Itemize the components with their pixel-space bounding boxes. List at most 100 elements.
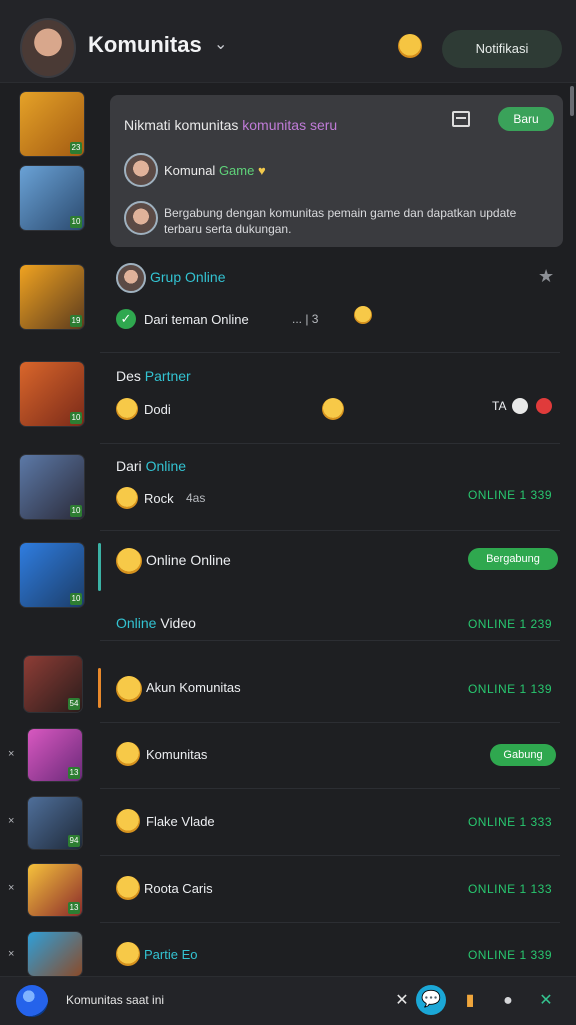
- emoji-icon: [116, 876, 140, 900]
- bottom-label: Komunitas saat ini: [66, 993, 165, 1007]
- scrollbar-thumb[interactable]: [570, 86, 574, 116]
- card-name: Komunal: [164, 163, 216, 178]
- notifications-button[interactable]: Notifikasi: [442, 30, 562, 68]
- card-title: Nikmati komunitas komunitas seru: [124, 117, 337, 133]
- game-icon[interactable]: 10: [20, 362, 84, 426]
- list-item-title[interactable]: Akun Komunitas: [146, 680, 241, 695]
- chat-icon[interactable]: 💬: [416, 985, 446, 1015]
- list-item-title[interactable]: Partie Eo: [144, 947, 197, 962]
- icon-badge: 19: [70, 315, 82, 327]
- list-item-message: Rock: [144, 491, 174, 506]
- emoji-icon: [116, 548, 142, 574]
- avatar: [124, 201, 158, 235]
- list-item-extra: TA: [492, 399, 507, 413]
- star-icon[interactable]: ★: [538, 266, 554, 287]
- divider: [100, 640, 560, 641]
- emoji-icon: [116, 809, 140, 833]
- emoji-icon: [116, 742, 140, 766]
- divider: [100, 722, 560, 723]
- list-item-title[interactable]: Roota Caris: [144, 881, 213, 896]
- game-icon[interactable]: 54: [24, 656, 82, 712]
- list-item-extra: 4as: [186, 491, 206, 505]
- emoji-icon: [116, 487, 138, 509]
- game-icon[interactable]: 10: [20, 455, 84, 519]
- list-item-title[interactable]: Des Partner: [116, 368, 191, 384]
- close-icon[interactable]: ×: [8, 948, 14, 960]
- timestamp: ONLINE 1 139: [467, 682, 552, 696]
- card-description: Bergabung dengan komunitas pemain game d…: [164, 206, 517, 236]
- timestamp: ONLINE 1 339: [467, 488, 552, 502]
- globe-icon[interactable]: [16, 985, 48, 1017]
- list-item-extra: ... | 3: [292, 312, 319, 326]
- emoji-icon[interactable]: [398, 34, 422, 58]
- flag-icon[interactable]: ▮: [458, 989, 482, 1013]
- game-icon[interactable]: 10: [20, 166, 84, 230]
- list-item-title[interactable]: Komunitas: [146, 747, 207, 762]
- check-icon: ✓: [116, 309, 136, 329]
- timestamp: ONLINE 1 239: [467, 617, 552, 631]
- crossed-swords-icon[interactable]: ✕: [390, 989, 414, 1013]
- timestamp: ONLINE 1 333: [467, 815, 552, 829]
- window-icon[interactable]: [452, 111, 470, 127]
- list-item-title[interactable]: Online Online: [146, 552, 231, 568]
- game-icon[interactable]: 13: [28, 729, 82, 781]
- emoji-icon: [116, 676, 142, 702]
- timestamp: ONLINE 1 339: [467, 948, 552, 962]
- chevron-down-icon[interactable]: ⌄: [214, 34, 227, 54]
- bottom-bar: Komunitas saat ini ✕ 💬 ▮ ● ✕: [0, 976, 576, 1025]
- list-item-title-highlight: Video: [160, 615, 196, 631]
- icon-badge: 10: [70, 216, 82, 228]
- list-item-title-text: Des: [116, 368, 141, 384]
- divider: [100, 922, 560, 923]
- divider: [100, 352, 560, 353]
- avatar: [124, 153, 158, 187]
- list-item-title-text: Online: [116, 615, 157, 631]
- join-button[interactable]: Bergabung: [468, 548, 558, 570]
- icon-badge: 10: [70, 505, 82, 517]
- game-icon[interactable]: 10: [20, 543, 84, 607]
- game-icon[interactable]: 94: [28, 797, 82, 849]
- page-title: Komunitas: [88, 32, 202, 57]
- list-item-message: Dari teman Online: [144, 312, 249, 327]
- divider: [100, 443, 560, 444]
- card-status: Game: [218, 163, 255, 178]
- divider: [100, 855, 560, 856]
- game-icon[interactable]: 19: [20, 265, 84, 329]
- active-indicator: [98, 668, 101, 708]
- icon-badge: 10: [70, 593, 82, 605]
- emoji-icon: [354, 306, 372, 324]
- ghost-icon[interactable]: ●: [496, 989, 520, 1013]
- icon-badge: 13: [68, 767, 80, 779]
- icon-badge: 23: [70, 142, 82, 154]
- list-item-title[interactable]: Dari Online: [116, 458, 186, 474]
- close-icon[interactable]: ×: [8, 882, 14, 894]
- card-line-1: Komunal Game ♥: [164, 163, 266, 178]
- active-indicator: [98, 543, 101, 591]
- list-item-title-highlight: Partner: [144, 368, 191, 384]
- game-icon[interactable]: [28, 932, 82, 976]
- icon-badge: 54: [68, 698, 80, 710]
- divider: [100, 788, 560, 789]
- list-item-title[interactable]: Flake Vlade: [146, 814, 215, 829]
- close-icon[interactable]: ×: [8, 748, 14, 760]
- icon-badge: 10: [70, 412, 82, 424]
- community-card[interactable]: Nikmati komunitas komunitas seru Baru Ko…: [110, 95, 563, 247]
- emoji-icon: [322, 398, 344, 420]
- divider: [100, 530, 560, 531]
- game-icon[interactable]: 23: [20, 92, 84, 156]
- user-avatar[interactable]: [20, 18, 76, 78]
- icon-badge: 94: [68, 835, 80, 847]
- timestamp: ONLINE 1 133: [467, 882, 552, 896]
- list-item-title[interactable]: Grup Online: [150, 269, 225, 285]
- emoji-icon: [116, 942, 140, 966]
- close-icon[interactable]: ×: [8, 815, 14, 827]
- list-item-title[interactable]: Online Video: [116, 615, 196, 631]
- icon-badge: 13: [68, 902, 80, 914]
- join-button[interactable]: Gabung: [490, 744, 556, 766]
- cross-icon[interactable]: ✕: [534, 989, 558, 1013]
- game-icon[interactable]: 13: [28, 864, 82, 916]
- shield-icon: ♥: [257, 163, 266, 178]
- new-button[interactable]: Baru: [498, 107, 554, 131]
- avatar: [116, 263, 146, 293]
- emoji-icon: [116, 398, 138, 420]
